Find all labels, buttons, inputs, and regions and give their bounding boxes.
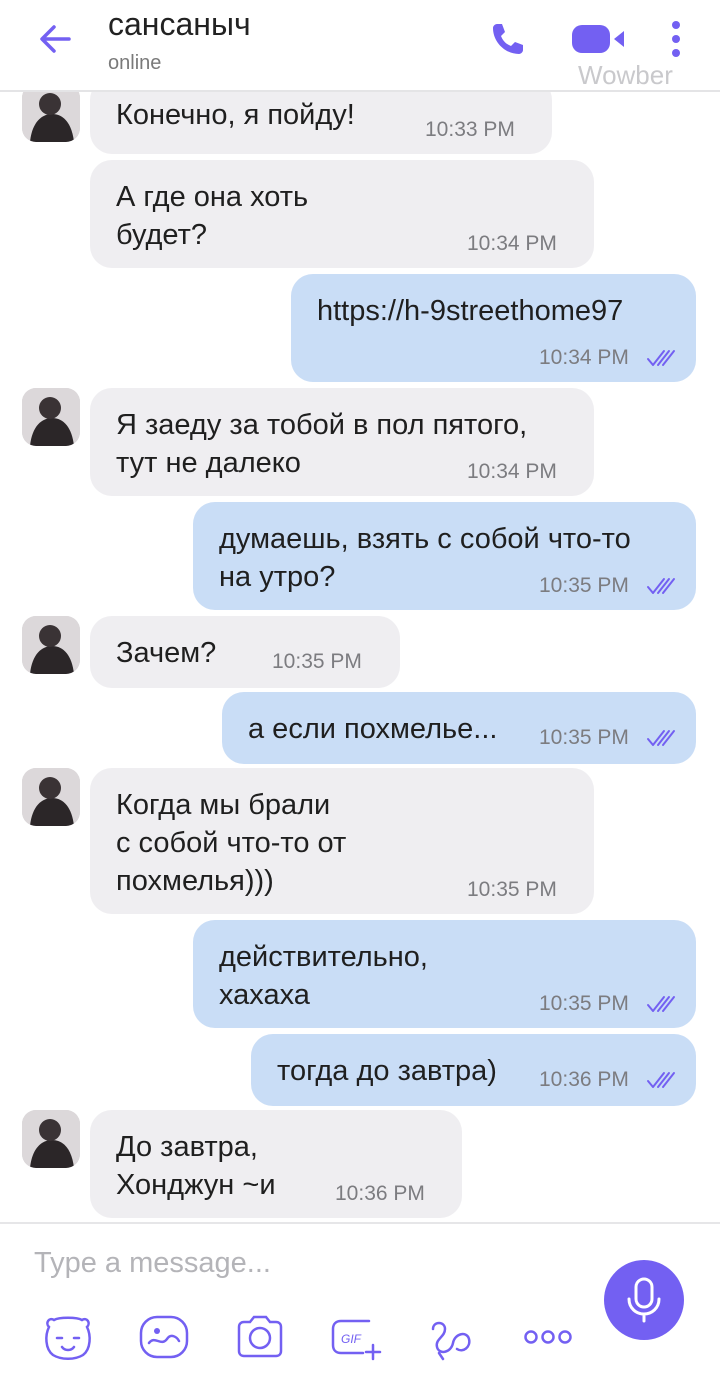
read-receipt-icon — [647, 1072, 675, 1088]
more-menu-button[interactable] — [656, 14, 696, 64]
message-outgoing: тогда до завтра) 10:36 PM — [0, 1034, 720, 1108]
more-options-icon — [524, 1330, 572, 1344]
message-incoming: Конечно, я пойду! 10:33 PM — [0, 92, 720, 156]
chat-header: сансаныч online Wowber — [0, 0, 720, 92]
message-text: с собой что-то от — [116, 827, 347, 859]
message-time: 10:34 PM — [467, 232, 557, 255]
more-options-button[interactable] — [520, 1312, 576, 1362]
contact-name[interactable]: сансаныч — [108, 6, 251, 43]
scribble-button[interactable] — [424, 1312, 480, 1362]
message-bubble[interactable]: https://h-9streethome97 — [291, 274, 696, 382]
avatar-photo — [22, 92, 80, 142]
avatar[interactable] — [22, 388, 80, 446]
read-receipt-icon — [647, 730, 675, 746]
call-button[interactable] — [480, 14, 536, 64]
message-text: До завтра, — [116, 1131, 258, 1163]
sticker-icon — [45, 1316, 91, 1360]
message-time: 10:33 PM — [425, 118, 515, 141]
message-text: думаешь, взять с собой что-то — [219, 523, 631, 555]
avatar[interactable] — [22, 768, 80, 826]
message-outgoing: думаешь, взять с собой что-то на утро? 1… — [0, 502, 720, 612]
avatar-photo — [22, 768, 80, 826]
message-input[interactable] — [34, 1240, 574, 1286]
message-incoming: Зачем? 10:35 PM — [0, 616, 720, 690]
message-incoming: А где она хоть будет? 10:34 PM — [0, 160, 720, 270]
message-list[interactable]: Конечно, я пойду! 10:33 PM А где она хот… — [0, 92, 720, 1222]
read-receipt-icon — [647, 578, 675, 594]
doodle-button[interactable] — [136, 1312, 192, 1362]
watermark: Wowber — [578, 60, 673, 90]
message-incoming: До завтра, Хонджун ~и 10:36 PM — [0, 1110, 720, 1220]
contact-status: online — [108, 52, 162, 74]
message-text: А где она хоть — [116, 181, 309, 213]
avatar[interactable] — [22, 1110, 80, 1168]
message-outgoing: действительно, хахаха 10:35 PM — [0, 920, 720, 1030]
avatar[interactable] — [22, 92, 80, 142]
back-arrow-icon — [40, 25, 71, 53]
avatar-photo — [22, 388, 80, 446]
gif-label: GIF — [341, 1332, 362, 1346]
message-time: 10:34 PM — [467, 460, 557, 483]
gif-icon: GIF — [331, 1319, 382, 1361]
message-time: 10:36 PM — [539, 1068, 629, 1091]
avatar-photo — [22, 1110, 80, 1168]
read-receipt-icon — [647, 996, 675, 1012]
message-outgoing: https://h-9streethome97 10:34 PM — [0, 274, 720, 384]
message-outgoing: а если похмелье... 10:35 PM — [0, 692, 720, 766]
voice-message-button[interactable] — [604, 1260, 684, 1340]
back-button[interactable] — [30, 14, 80, 64]
camera-button[interactable] — [232, 1312, 288, 1362]
sticker-button[interactable] — [40, 1312, 96, 1362]
avatar-photo — [22, 616, 80, 674]
message-time: 10:34 PM — [539, 346, 629, 369]
video-call-button[interactable] — [566, 14, 632, 64]
vertical-dots-icon — [672, 21, 680, 57]
avatar[interactable] — [22, 616, 80, 674]
video-camera-icon — [572, 25, 624, 53]
message-text: Когда мы брали — [116, 789, 331, 821]
doodle-icon — [139, 1315, 189, 1359]
message-time: 10:35 PM — [539, 992, 629, 1015]
message-incoming: Когда мы брали с собой что-то от похмель… — [0, 768, 720, 916]
camera-icon — [237, 1315, 283, 1358]
message-text: Я заеду за тобой в пол пятого, — [116, 409, 528, 441]
message-time: 10:35 PM — [539, 574, 629, 597]
message-time: 10:35 PM — [539, 726, 629, 749]
message-bubble[interactable]: тогда до завтра) — [251, 1034, 696, 1106]
read-receipt-icon — [647, 350, 675, 366]
phone-icon — [493, 24, 523, 54]
message-incoming: Я заеду за тобой в пол пятого, тут не да… — [0, 388, 720, 498]
microphone-icon — [627, 1277, 661, 1323]
message-text: https://h-9streethome97 — [317, 295, 624, 327]
composer: GIF — [0, 1222, 720, 1380]
message-time: 10:36 PM — [335, 1182, 425, 1205]
message-time: 10:35 PM — [272, 650, 362, 673]
gif-button[interactable]: GIF — [328, 1312, 384, 1362]
message-time: 10:35 PM — [467, 878, 557, 901]
message-text: действительно, — [219, 941, 428, 973]
scribble-icon — [431, 1321, 471, 1361]
